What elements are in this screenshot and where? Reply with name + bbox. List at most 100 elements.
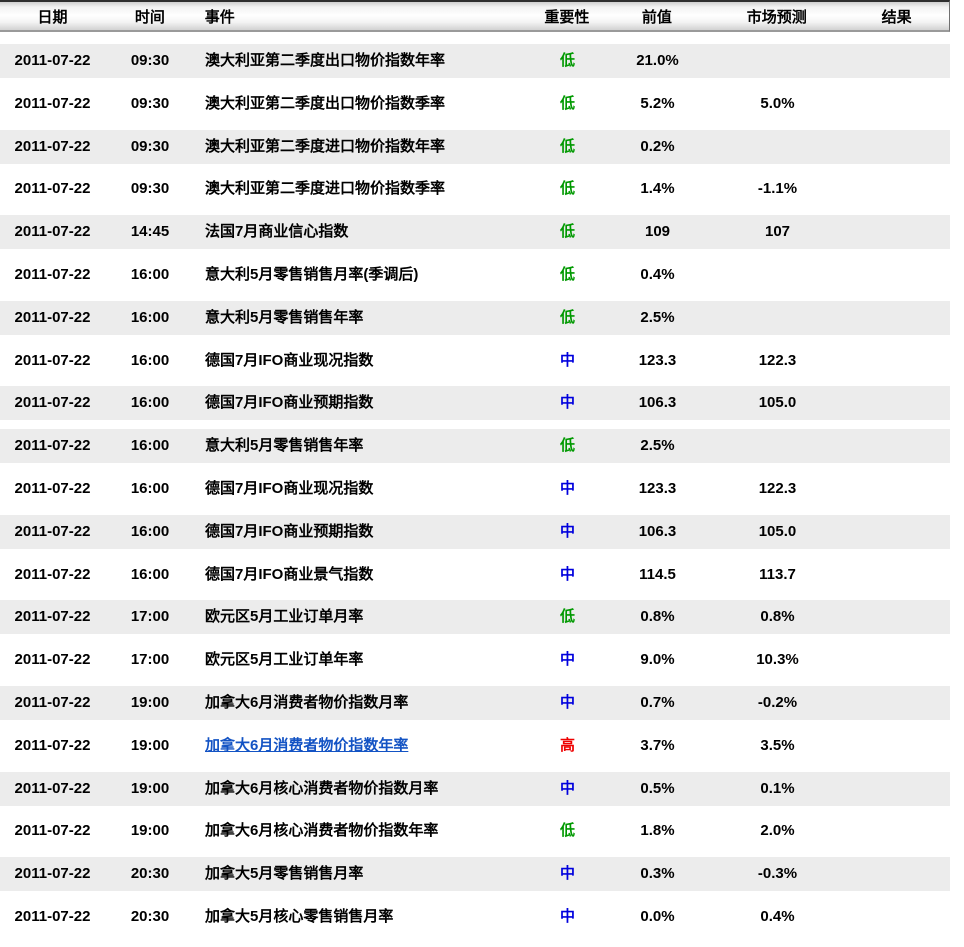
- time-cell: 19:00: [130, 822, 170, 840]
- time-cell: 19:00: [130, 736, 170, 754]
- table-row: 2011-07-22 17:00 欧元区5月工业订单年率 中 9.0% 10.3%: [0, 643, 950, 678]
- time-cell: 16:00: [130, 479, 170, 497]
- table-row: 2011-07-22 16:00 德国7月IFO商业景气指数 中 114.5 113.7: [0, 557, 950, 592]
- event-cell: 澳大利亚第二季度出口物价指数年率: [195, 44, 530, 78]
- result-value: [845, 86, 950, 121]
- forecast-value: 0.8%: [710, 600, 845, 635]
- previous-value: 2.5%: [605, 429, 710, 464]
- date-cell: 2011-07-22: [14, 565, 91, 583]
- table-body: 2011-07-22 09:30 澳大利亚第二季度出口物价指数年率低 21.0% 201…: [0, 44, 964, 934]
- header-cell-forecast: 市场预测: [746, 8, 807, 26]
- result-value: [845, 386, 950, 421]
- date-cell: 2011-07-22: [0, 771, 105, 806]
- forecast-value: 0.1%: [710, 771, 845, 806]
- importance-badge: 中: [559, 651, 575, 669]
- event-cell: 加拿大5月核心零售销售月率: [205, 907, 394, 925]
- event-cell: 意大利5月零售销售年率: [195, 429, 530, 464]
- date-cell: 2011-07-22: [0, 386, 105, 421]
- previous-value: 0.8%: [605, 600, 710, 635]
- forecast-value: 5.0%: [760, 94, 795, 112]
- table-row: 2011-07-22 19:00 加拿大6月消费者物价指数年率 高 3.7% 3.5%: [0, 728, 950, 763]
- time-cell: 20:30: [105, 857, 195, 892]
- table-row: 2011-07-22 16:00 德国7月IFO商业预期指数中 106.3 105.0: [0, 514, 950, 549]
- time-cell: 09:30: [105, 129, 195, 164]
- table-row: 2011-07-22 19:00 加拿大6月消费者物价指数月率中 0.7% -0.2%: [0, 685, 950, 720]
- importance-badge: 低: [559, 180, 575, 198]
- previous-value: 123.3: [638, 351, 677, 369]
- event-cell: 德国7月IFO商业预期指数: [195, 386, 530, 421]
- result-value: [845, 814, 950, 849]
- time-cell: 19:00: [105, 685, 195, 720]
- forecast-value: 10.3%: [756, 651, 799, 669]
- header-cell-date: 日期: [37, 8, 68, 26]
- forecast-value: [710, 258, 845, 292]
- event-cell: 澳大利亚第二季度出口物价指数季率: [205, 94, 446, 112]
- result-value: [845, 300, 950, 335]
- forecast-value: 107: [710, 215, 845, 250]
- date-cell: 2011-07-22: [0, 600, 105, 635]
- event-link[interactable]: 加拿大6月消费者物价指数年率: [205, 737, 408, 754]
- forecast-value: 113.7: [759, 565, 796, 583]
- previous-value: 1.8%: [640, 822, 675, 840]
- importance-badge: 中: [559, 351, 575, 369]
- event-cell: 加拿大6月核心消费者物价指数月率: [195, 771, 530, 806]
- importance-badge: 低: [559, 822, 575, 840]
- result-value: [845, 172, 950, 207]
- time-cell: 16:00: [130, 265, 170, 283]
- event-cell: 欧元区5月工业订单年率: [205, 651, 364, 669]
- time-cell: 20:30: [130, 907, 170, 925]
- date-cell: 2011-07-22: [0, 215, 105, 250]
- event-cell: 欧元区5月工业订单月率: [195, 600, 530, 635]
- result-value: [845, 857, 950, 892]
- previous-value: 0.3%: [605, 857, 710, 892]
- previous-value: 0.7%: [605, 685, 710, 720]
- previous-value: 0.5%: [605, 771, 710, 806]
- previous-value: 106.3: [605, 514, 710, 549]
- date-cell: 2011-07-22: [0, 514, 105, 549]
- date-cell: 2011-07-22: [14, 736, 91, 754]
- time-cell: 16:00: [130, 565, 170, 583]
- table-row: 2011-07-22 09:30 澳大利亚第二季度出口物价指数季率 低 5.2% 5.0%: [0, 86, 950, 121]
- date-cell: 2011-07-22: [0, 429, 105, 464]
- previous-value: 109: [605, 215, 710, 250]
- forecast-value: 0.4%: [760, 907, 795, 925]
- previous-value: 0.2%: [605, 129, 710, 164]
- forecast-value: 105.0: [710, 386, 845, 421]
- time-cell: 09:30: [130, 94, 170, 112]
- previous-value: 2.5%: [605, 300, 710, 335]
- header-cell-importance: 重要性: [544, 8, 590, 26]
- time-cell: 17:00: [105, 600, 195, 635]
- result-value: [845, 771, 950, 806]
- forecast-value: [710, 429, 845, 464]
- result-value: [845, 600, 950, 635]
- date-cell: 2011-07-22: [14, 907, 91, 925]
- result-value: [845, 685, 950, 720]
- previous-value: 106.3: [605, 386, 710, 421]
- importance-badge: 低: [530, 215, 605, 250]
- table-row: 2011-07-22 09:30 澳大利亚第二季度进口物价指数季率 低 1.4% -1.1…: [0, 172, 950, 207]
- result-value: [845, 44, 950, 78]
- table-row: 2011-07-22 17:00 欧元区5月工业订单月率低 0.8% 0.8%: [0, 600, 950, 635]
- event-cell: 加拿大6月核心消费者物价指数年率: [205, 822, 439, 840]
- previous-value: 9.0%: [640, 651, 675, 669]
- table-header: 日期 时间 事件 重要性 前值 市场预测 结果: [0, 0, 950, 32]
- importance-badge: 中: [530, 771, 605, 806]
- importance-badge: 低: [559, 265, 575, 283]
- date-cell: 2011-07-22: [14, 265, 91, 283]
- result-value: [845, 643, 950, 678]
- date-cell: 2011-07-22: [0, 44, 105, 78]
- table-row: 2011-07-22 14:45 法国7月商业信心指数低 109 107: [0, 215, 950, 250]
- time-cell: 16:00: [105, 429, 195, 464]
- previous-value: 5.2%: [640, 94, 675, 112]
- forecast-value: -0.3%: [710, 857, 845, 892]
- result-value: [845, 471, 950, 506]
- forecast-value: [710, 44, 845, 78]
- event-cell: 德国7月IFO商业景气指数: [205, 565, 374, 583]
- event-cell: 德国7月IFO商业预期指数: [195, 514, 530, 549]
- date-cell: 2011-07-22: [0, 300, 105, 335]
- event-cell: 德国7月IFO商业现况指数: [205, 351, 374, 369]
- forecast-value: 122.3: [758, 479, 797, 497]
- importance-badge: 中: [530, 857, 605, 892]
- time-cell: 16:00: [130, 351, 170, 369]
- importance-badge: 低: [530, 300, 605, 335]
